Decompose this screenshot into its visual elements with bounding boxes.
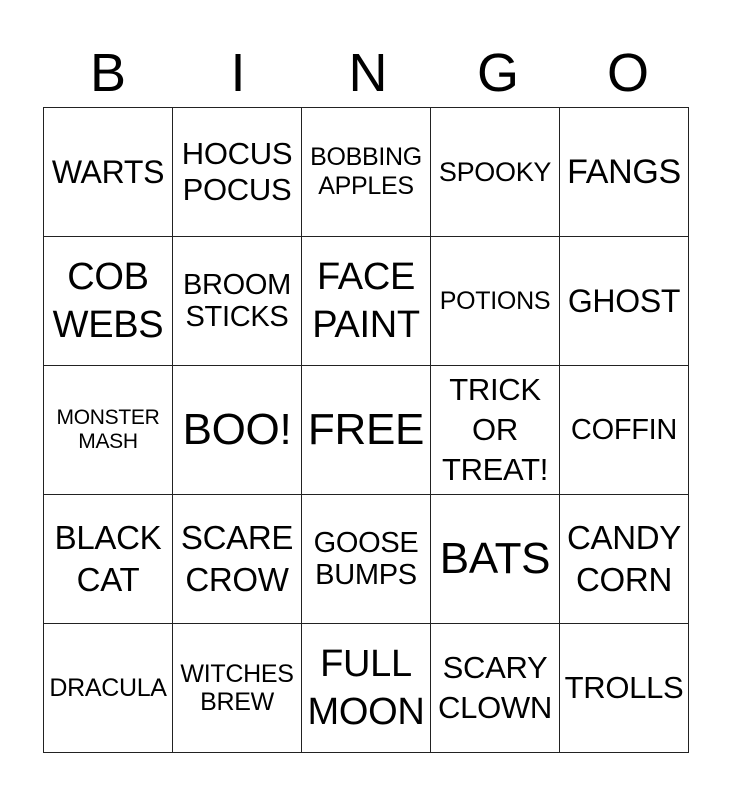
- cell-label: GOOSE BUMPS: [313, 527, 419, 591]
- bingo-cell[interactable]: BROOM STICKS: [172, 236, 302, 366]
- bingo-cell[interactable]: HOCUS POCUS: [172, 107, 302, 237]
- bingo-cell[interactable]: DRACULA: [43, 623, 173, 753]
- cell-label: FACE PAINT: [312, 256, 420, 346]
- bingo-cell[interactable]: COFFIN: [559, 365, 689, 495]
- bingo-cell[interactable]: WARTS: [43, 107, 173, 237]
- bingo-cell[interactable]: WITCHES BREW: [172, 623, 302, 753]
- header-letter-b: B: [89, 43, 127, 103]
- cell-label: POTIONS: [439, 286, 551, 315]
- cell-label: DRACULA: [49, 673, 167, 702]
- header-letter-i: I: [230, 43, 246, 103]
- cell-label: FULL MOON: [307, 643, 425, 733]
- bingo-cell[interactable]: BOO!: [172, 365, 302, 495]
- cell-label: SPOOKY: [438, 156, 552, 187]
- cell-label: GHOST: [567, 283, 681, 319]
- grid-row-2: COB WEBS BROOM STICKS FACE PAINT POTIONS…: [43, 236, 689, 366]
- bingo-cell[interactable]: POTIONS: [430, 236, 560, 366]
- cell-label: BROOM STICKS: [182, 269, 292, 333]
- cell-label: FREE: [307, 405, 425, 454]
- header-letter-g: G: [476, 43, 519, 103]
- cell-label: BOBBING APPLES: [310, 143, 422, 200]
- cell-label: WARTS: [51, 154, 165, 190]
- bingo-cell[interactable]: FULL MOON: [301, 623, 431, 753]
- cell-label: TRICK OR TREAT!: [441, 372, 549, 487]
- bingo-cell[interactable]: SPOOKY: [430, 107, 560, 237]
- bingo-cell[interactable]: TROLLS: [559, 623, 689, 753]
- cell-label: TROLLS: [564, 670, 684, 705]
- bingo-cell[interactable]: BOBBING APPLES: [301, 107, 431, 237]
- cell-label: FANGS: [567, 153, 681, 191]
- grid-row-1: WARTS HOCUS POCUS BOBBING APPLES SPOOKY …: [43, 107, 689, 237]
- header-letter-n: N: [348, 43, 388, 103]
- bingo-cell[interactable]: CANDY CORN: [559, 494, 689, 624]
- cell-label: BLACK CAT: [54, 519, 162, 598]
- bingo-header: B I N G O: [43, 40, 693, 106]
- bingo-cell[interactable]: SCARY CLOWN: [430, 623, 560, 753]
- bingo-cell[interactable]: MONSTER MASH: [43, 365, 173, 495]
- cell-label: HOCUS POCUS: [181, 136, 293, 207]
- bingo-card-grid: WARTS HOCUS POCUS BOBBING APPLES SPOOKY …: [43, 107, 689, 753]
- bingo-cell[interactable]: GHOST: [559, 236, 689, 366]
- bingo-cell[interactable]: BATS: [430, 494, 560, 624]
- cell-label: MONSTER MASH: [56, 406, 160, 453]
- cell-label: COFFIN: [570, 414, 678, 446]
- cell-label: SCARY CLOWN: [438, 650, 552, 725]
- grid-row-4: BLACK CAT SCARE CROW GOOSE BUMPS BATS CA…: [43, 494, 689, 624]
- bingo-cell[interactable]: FACE PAINT: [301, 236, 431, 366]
- bingo-cell[interactable]: FREE: [301, 365, 431, 495]
- bingo-cell[interactable]: TRICK OR TREAT!: [430, 365, 560, 495]
- cell-label: SCARE CROW: [180, 519, 294, 598]
- bingo-cell[interactable]: COB WEBS: [43, 236, 173, 366]
- bingo-cell[interactable]: GOOSE BUMPS: [301, 494, 431, 624]
- bingo-cell[interactable]: BLACK CAT: [43, 494, 173, 624]
- grid-row-5: DRACULA WITCHES BREW FULL MOON SCARY CLO…: [43, 623, 689, 753]
- cell-label: BATS: [439, 534, 551, 583]
- bingo-cell[interactable]: SCARE CROW: [172, 494, 302, 624]
- cell-label: WITCHES BREW: [180, 660, 294, 716]
- bingo-cell[interactable]: FANGS: [559, 107, 689, 237]
- header-letter-o: O: [606, 43, 649, 103]
- cell-label: BOO!: [182, 405, 292, 454]
- cell-label: CANDY CORN: [566, 519, 682, 598]
- grid-row-3: MONSTER MASH BOO! FREE TRICK OR TREAT! C…: [43, 365, 689, 495]
- cell-label: COB WEBS: [52, 256, 164, 346]
